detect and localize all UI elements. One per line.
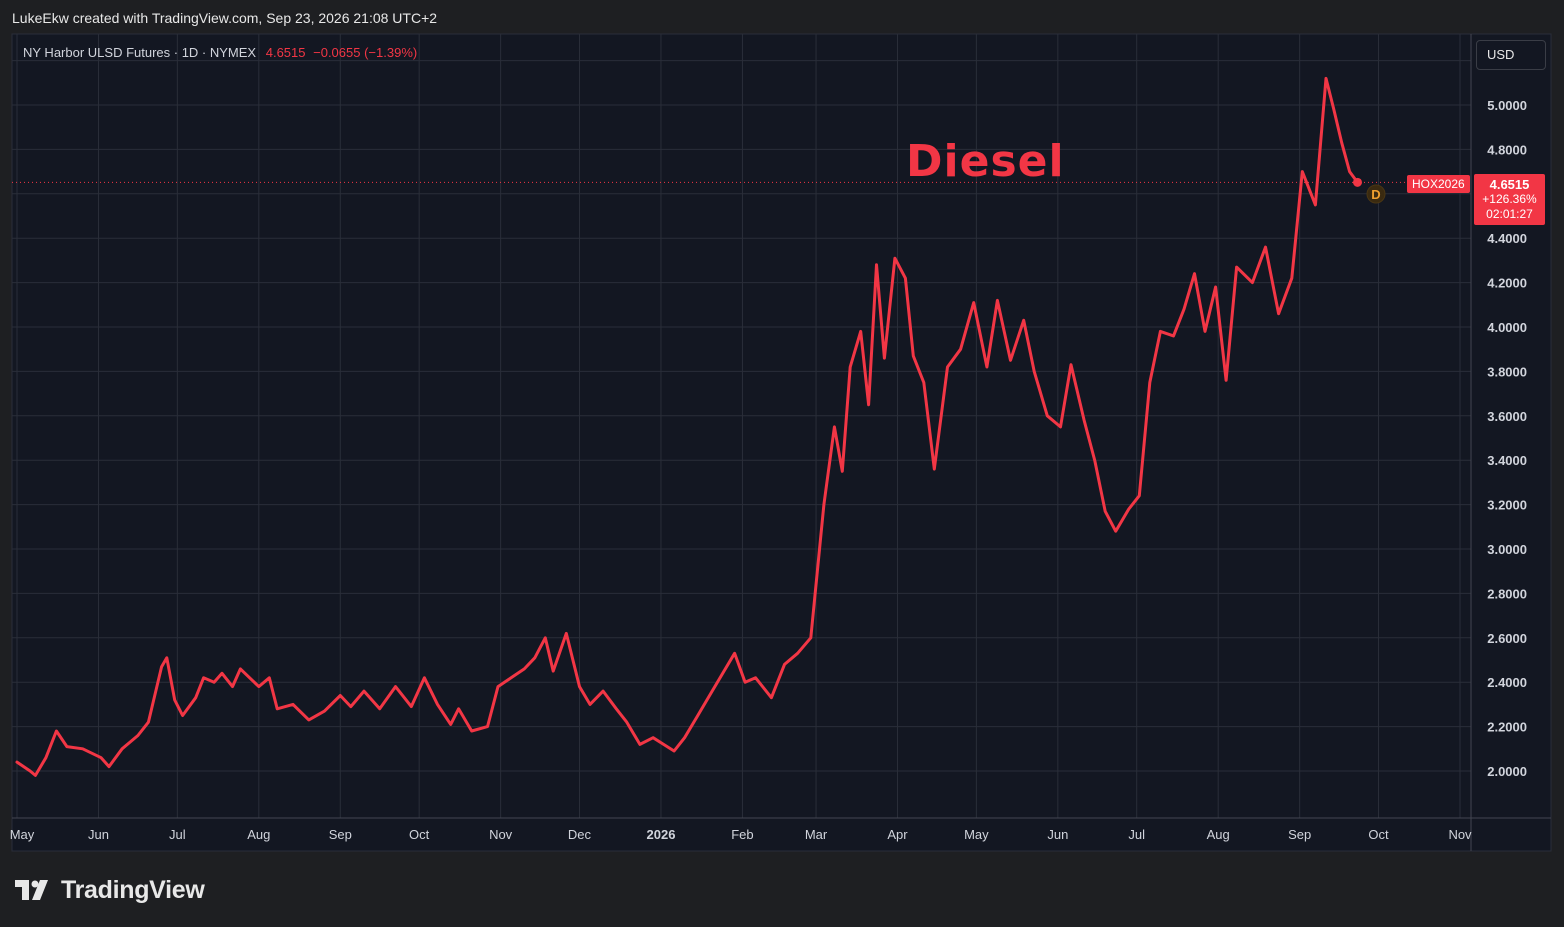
price-tick-label: 3.2000	[1487, 498, 1527, 513]
time-tick-label: May	[10, 827, 35, 842]
dividend-marker-label: D	[1371, 187, 1380, 202]
symbol-price-label: HOX2026	[1407, 175, 1470, 193]
price-tick-label: 2.6000	[1487, 631, 1527, 646]
price-chart[interactable]: 2.0000 2.2000 2.4000 2.6000 2.8000 3.0000 3.20…	[0, 0, 1564, 927]
last-price-badge: 4.6515 +126.36% 02:01:27	[1474, 174, 1545, 225]
diesel-annotation: Diesel	[906, 136, 1065, 187]
currency-button[interactable]: USD	[1476, 40, 1546, 70]
symbol-name: NY Harbor ULSD Futures · 1D · NYMEX	[23, 45, 257, 60]
price-tick-label: 4.8000	[1487, 142, 1527, 157]
time-tick-label: Mar	[805, 827, 828, 842]
legend-change: −0.0655 (−1.39%)	[313, 45, 418, 60]
time-tick-label: Oct	[409, 827, 430, 842]
last-price-dot[interactable]	[1352, 177, 1362, 187]
time-tick-label: 2026	[647, 827, 676, 842]
tradingview-logo-text: TradingView	[61, 875, 205, 904]
price-tick-label: 3.8000	[1487, 364, 1527, 379]
time-tick-label: Sep	[1288, 827, 1311, 842]
tradingview-logo-icon	[15, 880, 48, 900]
badge-price: 4.6515	[1489, 177, 1530, 192]
time-tick-label: Feb	[731, 827, 753, 842]
time-tick-label: Jul	[1128, 827, 1145, 842]
time-tick-label: Nov	[489, 827, 513, 842]
dividend-marker[interactable]: D	[1366, 184, 1386, 204]
symbol-legend[interactable]: NY Harbor ULSD Futures · 1D · NYMEX 4.65…	[23, 45, 417, 60]
price-tick-label: 2.2000	[1487, 720, 1527, 735]
price-tick-label: 2.0000	[1487, 764, 1527, 779]
tradingview-logo[interactable]: TradingView	[15, 874, 205, 906]
price-tick-label: 3.6000	[1487, 409, 1527, 424]
price-tick-label: 4.4000	[1487, 231, 1527, 246]
price-tick-label: 4.0000	[1487, 320, 1527, 335]
time-tick-label: Aug	[1207, 827, 1230, 842]
price-tick-label: 4.2000	[1487, 276, 1527, 291]
time-tick-label: Aug	[247, 827, 270, 842]
badge-change-pct: +126.36%	[1482, 192, 1537, 206]
price-tick-label: 2.8000	[1487, 586, 1527, 601]
legend-price: 4.6515	[265, 45, 306, 60]
time-tick-label: Jun	[1047, 827, 1068, 842]
time-tick-label: Jun	[88, 827, 109, 842]
price-tick-label: 2.4000	[1487, 675, 1527, 690]
price-tick-label: 5.0000	[1487, 98, 1527, 113]
badge-countdown: 02:01:27	[1486, 207, 1533, 221]
time-tick-label: Dec	[568, 827, 592, 842]
time-tick-label: May	[964, 827, 989, 842]
time-tick-label: Jul	[169, 827, 186, 842]
time-tick-label: Sep	[329, 827, 352, 842]
price-tick-label: 3.0000	[1487, 542, 1527, 557]
price-tick-label: 3.4000	[1487, 453, 1527, 468]
time-tick-label: Oct	[1368, 827, 1389, 842]
time-tick-label: Nov	[1448, 827, 1472, 842]
time-tick-label: Apr	[887, 827, 908, 842]
